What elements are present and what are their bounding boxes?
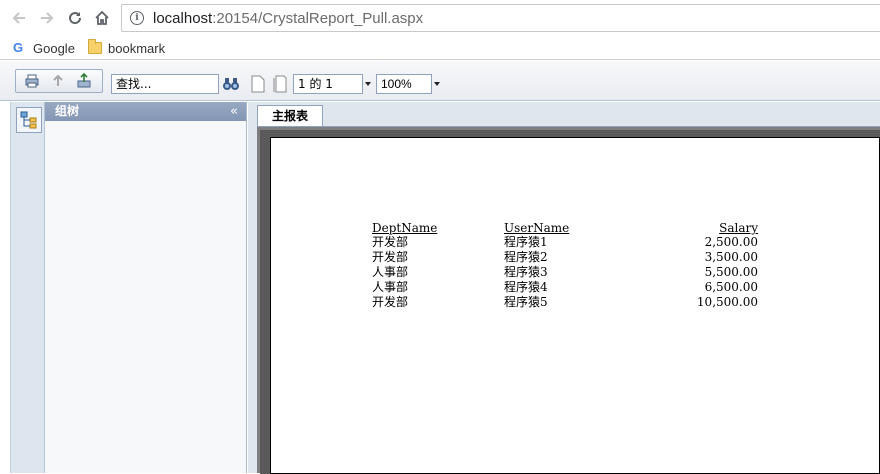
cell-deptname: 开发部 xyxy=(372,295,409,309)
report-viewer: 主报表 DeptName UserName Salary 开发部 程序猿1 2,500.0… xyxy=(248,102,880,474)
tab-strip: 主报表 xyxy=(248,102,880,127)
group-tree-toggle-button[interactable] xyxy=(16,107,42,133)
chevron-down-icon[interactable] xyxy=(365,82,371,86)
cell-username: 程序猿1 xyxy=(504,235,548,249)
bookmark-label: Google xyxy=(33,40,75,56)
find-button[interactable] xyxy=(222,75,240,93)
prev-page-button[interactable] xyxy=(272,75,288,93)
folder-icon xyxy=(88,39,102,54)
address-bar[interactable]: i localhost:20154/CrystalReport_Pull.asp… xyxy=(121,4,880,32)
export-button[interactable] xyxy=(48,71,68,91)
column-header-username: UserName xyxy=(504,221,570,235)
cell-deptname: 开发部 xyxy=(372,235,409,249)
report-toolbar: 查找... 1 的 1 100% xyxy=(0,61,880,101)
cell-salary: 5,500.00 xyxy=(704,265,758,279)
column-header-salary: Salary xyxy=(719,221,758,235)
print-button[interactable] xyxy=(22,71,42,91)
report-page: DeptName UserName Salary 开发部 程序猿1 2,500.00 开发部… xyxy=(270,137,880,474)
reload-icon xyxy=(69,12,82,25)
cell-deptname: 人事部 xyxy=(372,280,409,294)
bookmark-label: bookmark xyxy=(108,40,166,56)
group-tree-title: 组树 xyxy=(55,104,80,118)
toolbar-group-print-export xyxy=(15,69,103,93)
first-page-button[interactable] xyxy=(250,75,266,93)
bookmark-folder[interactable]: bookmark xyxy=(88,39,165,57)
home-icon xyxy=(95,10,109,25)
collapse-panel-button[interactable]: « xyxy=(230,102,238,121)
info-icon[interactable]: i xyxy=(130,11,144,25)
report-page-frame: DeptName UserName Salary 开发部 程序猿1 2,500.00 开发部… xyxy=(257,126,880,474)
chevron-down-icon[interactable] xyxy=(434,82,440,86)
page-number-field[interactable]: 1 的 1 xyxy=(293,74,363,94)
back-arrow-icon xyxy=(12,12,25,24)
page-icon xyxy=(251,75,265,93)
zoom-select[interactable]: 100% xyxy=(376,74,432,94)
column-header-deptname: DeptName xyxy=(372,221,438,235)
cell-username: 程序猿5 xyxy=(504,295,548,309)
cell-username: 程序猿3 xyxy=(504,265,548,279)
export-icon xyxy=(77,73,91,88)
group-tree-panel: 组树 « xyxy=(45,102,247,473)
cell-deptname: 开发部 xyxy=(372,250,409,264)
url-text: localhost:20154/CrystalReport_Pull.aspx xyxy=(153,9,424,27)
browser-toolbar: i localhost:20154/CrystalReport_Pull.asp… xyxy=(0,0,880,36)
back-button[interactable] xyxy=(9,8,29,28)
page-icon xyxy=(273,75,287,93)
bookmark-google[interactable]: G Google xyxy=(13,39,75,57)
forward-button[interactable] xyxy=(37,8,57,28)
cell-salary: 3,500.00 xyxy=(704,250,758,264)
tab-main-report[interactable]: 主报表 xyxy=(257,105,323,127)
cell-username: 程序猿2 xyxy=(504,250,548,264)
search-input[interactable]: 查找... xyxy=(111,74,219,94)
export-to-file-button[interactable] xyxy=(74,71,94,91)
forward-arrow-icon xyxy=(41,12,54,24)
cell-deptname: 人事部 xyxy=(372,265,409,279)
home-button[interactable] xyxy=(92,8,112,28)
tree-icon xyxy=(20,111,37,129)
bookmarks-bar: G Google bookmark xyxy=(0,36,880,60)
print-icon xyxy=(25,74,39,88)
group-tree-header: 组树 « xyxy=(45,102,246,121)
panel-toggle-strip xyxy=(10,102,45,473)
cell-salary: 6,500.00 xyxy=(704,280,758,294)
google-icon: G xyxy=(13,40,24,55)
cell-salary: 10,500.00 xyxy=(696,295,758,309)
cell-salary: 2,500.00 xyxy=(704,235,758,249)
up-arrow-icon xyxy=(53,74,63,86)
cell-username: 程序猿4 xyxy=(504,280,548,294)
binoculars-icon xyxy=(223,78,239,90)
reload-button[interactable] xyxy=(65,8,85,28)
